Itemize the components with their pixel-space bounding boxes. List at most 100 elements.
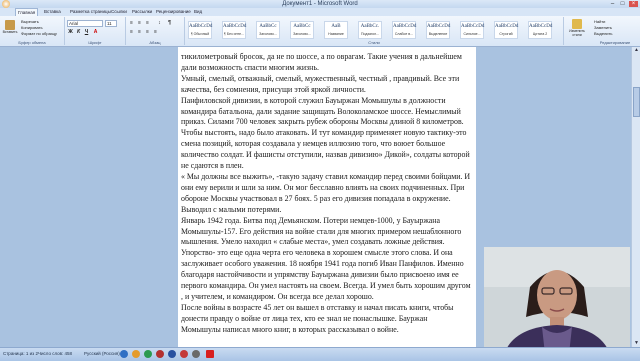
style-swatch[interactable]: AaBbCcDd Слабое в... (392, 21, 416, 39)
numbering-icon[interactable]: ≡ (136, 20, 143, 27)
style-swatch[interactable]: AaBbCc Заголово... (290, 21, 314, 39)
language-indicator[interactable]: Русский (Россия) (84, 351, 120, 357)
font-group: Arial 11 Ж К Ч A Шрифт (65, 17, 126, 45)
title-bar: Документ1 - Microsoft Word – □ × (0, 0, 640, 8)
change-styles-label: Изменить стили (569, 29, 585, 37)
style-name: Цитата 2 (532, 32, 548, 36)
style-swatch[interactable]: AaBbCc Заголово... (256, 21, 280, 39)
style-name: Слабое в... (394, 32, 414, 36)
style-sample: AaBbCcDd (393, 24, 417, 29)
style-sample: AaBbCcDd (427, 24, 451, 29)
paragraph: « Мы должны все выжить», -такую задачу с… (181, 171, 471, 214)
replace-button[interactable]: Заменить (594, 25, 612, 30)
multilevel-list-icon[interactable]: ≡ (144, 20, 151, 27)
style-swatch[interactable]: AaBbCcDd Сильное... (460, 21, 484, 39)
tab-review[interactable]: Рецензирование (156, 8, 191, 16)
maximize-button[interactable]: □ (618, 1, 627, 7)
style-sample: AaBbCc (259, 24, 277, 29)
format-painter-button[interactable]: Формат по образцу (21, 31, 57, 36)
paragraph: Момышулы написал много книг, в которых р… (181, 324, 399, 334)
close-button[interactable]: × (629, 1, 638, 7)
app-icon[interactable] (156, 350, 164, 358)
paragraph: Умный, смелый, отважный, смелый, мужеств… (181, 73, 460, 94)
paragraph-group-label: Абзац (149, 40, 161, 45)
justify-icon[interactable]: ≡ (152, 29, 159, 36)
style-sample: AaB (331, 24, 341, 29)
change-styles-icon (572, 19, 582, 29)
style-name: Подзагол... (360, 32, 379, 36)
word-icon[interactable] (168, 350, 176, 358)
style-sample: AaBbCc. (360, 24, 380, 29)
record-icon[interactable] (180, 350, 188, 358)
ie-icon[interactable] (120, 350, 128, 358)
find-button[interactable]: Найти (594, 19, 605, 24)
sort-icon[interactable]: ↕ (156, 20, 163, 27)
styles-group-label: Стили (368, 40, 380, 45)
paragraph: Панфиловской дивизии, в которой служил Б… (181, 95, 470, 171)
style-name: Заголово... (259, 32, 277, 36)
stop-recording-icon[interactable] (206, 350, 214, 358)
media-icon[interactable] (144, 350, 152, 358)
tool-icon[interactable] (192, 350, 200, 358)
page-count[interactable]: Страница: 1 из 2 (3, 351, 38, 357)
italic-button[interactable]: К (75, 29, 82, 36)
style-name: Сильное... (463, 32, 481, 36)
change-styles-button[interactable]: Изменить стили (566, 19, 588, 41)
paragraph: После войны в возрасте 45 лет он вышел в… (181, 302, 454, 323)
tab-references[interactable]: Ссылки (111, 8, 127, 16)
scrollbar-thumb[interactable] (633, 87, 640, 117)
bold-button[interactable]: Ж (67, 29, 74, 36)
vertical-scrollbar[interactable]: ▲ ▼ (631, 47, 640, 347)
style-name: Название (328, 32, 344, 36)
style-swatch[interactable]: AaBbCcDd ¶ Обычный (188, 21, 212, 39)
ribbon-tabs: Главная Вставка Разметка страницы Ссылки… (0, 8, 640, 16)
tab-view[interactable]: Вид (194, 8, 202, 16)
style-swatch[interactable]: AaBbCcDd Строгий (494, 21, 518, 39)
styles-group: AaBbCcDd ¶ Обычный AaBbCcDd ¶ Без инте... Aa… (185, 17, 564, 45)
style-swatch[interactable]: AaBbCcDd Выделение (426, 21, 450, 39)
paste-button[interactable]: Вставить (1, 20, 19, 42)
tab-mailings[interactable]: Рассылки (132, 8, 152, 16)
style-name: ¶ Без инте... (224, 32, 244, 36)
align-left-icon[interactable]: ≡ (128, 29, 135, 36)
paragraph: Январь 1942 года. Битва под Демьянском. … (181, 215, 462, 247)
document-body[interactable]: тикилометровый бросок, да не по шоссе, а… (181, 52, 473, 336)
style-swatch[interactable]: AaBbCcDd ¶ Без инте... (222, 21, 246, 39)
scroll-down-icon[interactable]: ▼ (632, 340, 640, 347)
style-name: Строгий (499, 32, 513, 36)
ribbon: Вставить Вырезать Копировать Формат по о… (0, 16, 640, 47)
paragraph: тикилометровый бросок, да не по шоссе, а… (181, 52, 462, 72)
tab-insert[interactable]: Вставка (44, 8, 61, 16)
document-page[interactable]: тикилометровый бросок, да не по шоссе, а… (178, 52, 476, 347)
show-marks-icon[interactable]: ¶ (166, 20, 173, 27)
style-sample: AaBbCcDd (223, 24, 247, 29)
tab-home[interactable]: Главная (15, 8, 39, 16)
style-swatch[interactable]: AaB Название (324, 21, 348, 39)
font-size-select[interactable]: 11 (105, 20, 117, 27)
font-color-button[interactable]: A (92, 29, 99, 36)
word-count[interactable]: Число слов: 458 (38, 351, 72, 357)
paste-label: Вставить (2, 30, 18, 34)
paragraph: Упорство- это еще одна черта его человек… (181, 248, 471, 301)
cut-button[interactable]: Вырезать (21, 19, 39, 24)
align-right-icon[interactable]: ≡ (144, 29, 151, 36)
folder-icon[interactable] (132, 350, 140, 358)
copy-button[interactable]: Копировать (21, 25, 43, 30)
minimize-button[interactable]: – (608, 1, 617, 7)
style-sample: AaBbCcDd (529, 24, 553, 29)
style-swatch[interactable]: AaBbCc. Подзагол... (358, 21, 382, 39)
paragraph-group: ≡ ≡ ≡ ↕ ¶ ≡ ≡ ≡ ≡ Абзац (126, 17, 185, 45)
editing-group: Найти Заменить Выделить Редактирование (590, 17, 640, 45)
underline-button[interactable]: Ч (83, 29, 90, 36)
style-swatch[interactable]: AaBbCcDd Цитата 2 (528, 21, 552, 39)
style-sample: AaBbCc (293, 24, 311, 29)
window-title: Документ1 - Microsoft Word (282, 1, 358, 7)
tab-page-layout[interactable]: Разметка страницы (70, 8, 111, 16)
status-bar: Страница: 1 из 2 Число слов: 458 Русский… (0, 347, 640, 361)
font-family-select[interactable]: Arial (67, 20, 103, 27)
scroll-up-icon[interactable]: ▲ (632, 47, 640, 54)
bullets-icon[interactable]: ≡ (128, 20, 135, 27)
align-center-icon[interactable]: ≡ (136, 29, 143, 36)
office-button-icon[interactable] (2, 0, 10, 8)
select-button[interactable]: Выделить (594, 31, 612, 36)
